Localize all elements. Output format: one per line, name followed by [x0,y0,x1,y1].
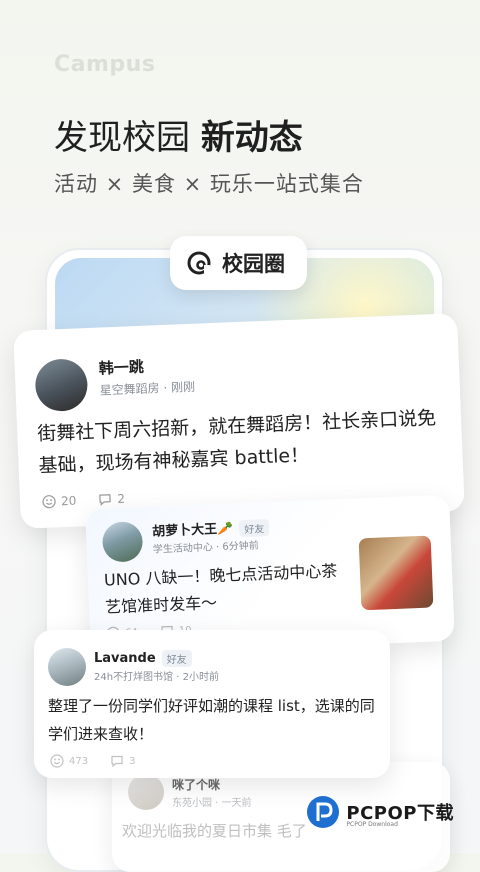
friend-badge: 好友 [161,650,192,667]
avatar[interactable] [48,648,86,686]
smile-icon [50,754,64,768]
post-meta: 学生活动中心 · 6分钟前 [152,540,259,556]
post-location: 东苑小园 [172,798,212,809]
like-button[interactable]: 20 [42,494,77,509]
post-time: 2小时前 [182,672,219,683]
like-button[interactable]: 473 [50,754,88,768]
post-time: 6分钟前 [222,540,259,553]
post-author[interactable]: 韩一跳 [98,356,144,379]
comment-icon [111,755,123,768]
post-meta: 24h不打烊图书馆 · 2小时前 [94,672,219,683]
avatar[interactable] [34,358,89,413]
headline-normal: 发现校园 [54,118,201,158]
post-author[interactable]: 咪了个咪 [172,776,220,793]
post-text: 整理了一份同学们好评如潮的课程 list，选课的同学们进来查收！ [48,697,375,743]
post-meta: 星空舞蹈房 · 刚刚 [99,379,196,398]
post-author-name: Lavande [94,651,156,666]
tag-label: 校园圈 [222,252,285,276]
page-subtitle: 活动 × 美食 × 玩乐一站式集合 [54,172,364,196]
headline-bold: 新动态 [200,118,303,158]
post-card[interactable]: Lavande 好友 24h不打烊图书馆 · 2小时前 整理了一份同学们好评如潮的… [34,630,390,778]
post-photo[interactable] [358,535,434,611]
post-location: 24h不打烊图书馆 [94,672,174,683]
post-text: 街舞社下周六招新，就在舞蹈房！社长亲口说免基础，现场有神秘嘉宾 battle！ [36,407,437,478]
post-stats: 473 3 [50,754,135,768]
comment-button[interactable]: 3 [110,754,135,768]
like-count: 20 [60,493,77,509]
post-time: 刚刚 [170,379,196,395]
avatar[interactable] [128,774,164,810]
post-location: 星空舞蹈房 [99,381,160,398]
post-stats: 20 2 [42,492,125,509]
avatar[interactable] [101,521,144,563]
post-author[interactable]: Lavande 好友 [94,650,192,667]
pcpop-watermark: PCPOP下载 PCPOP Download [306,795,454,829]
post-time: 一天前 [221,798,252,809]
pcpop-logo-icon [307,796,340,828]
friend-badge: 好友 [238,518,270,538]
smile-icon [42,495,56,509]
like-count: 473 [69,755,89,767]
comment-count: 2 [117,491,126,506]
circle-loop-icon [187,251,211,275]
post-meta: 东苑小园 · 一天前 [172,798,252,809]
post-location: 学生活动中心 [152,542,214,556]
brand-watermark: Campus [54,52,156,77]
comment-button[interactable]: 2 [98,492,125,507]
comment-count: 3 [129,755,136,767]
post-text: UNO 八缺一！晚七点活动中心茶艺馆准时发车～ [103,561,338,617]
comment-icon [99,494,112,506]
page-headline: 发现校园 新动态 [54,110,303,159]
campus-circle-tag[interactable]: 校园圈 [170,236,307,290]
watermark-subtext: PCPOP Download [346,821,398,828]
